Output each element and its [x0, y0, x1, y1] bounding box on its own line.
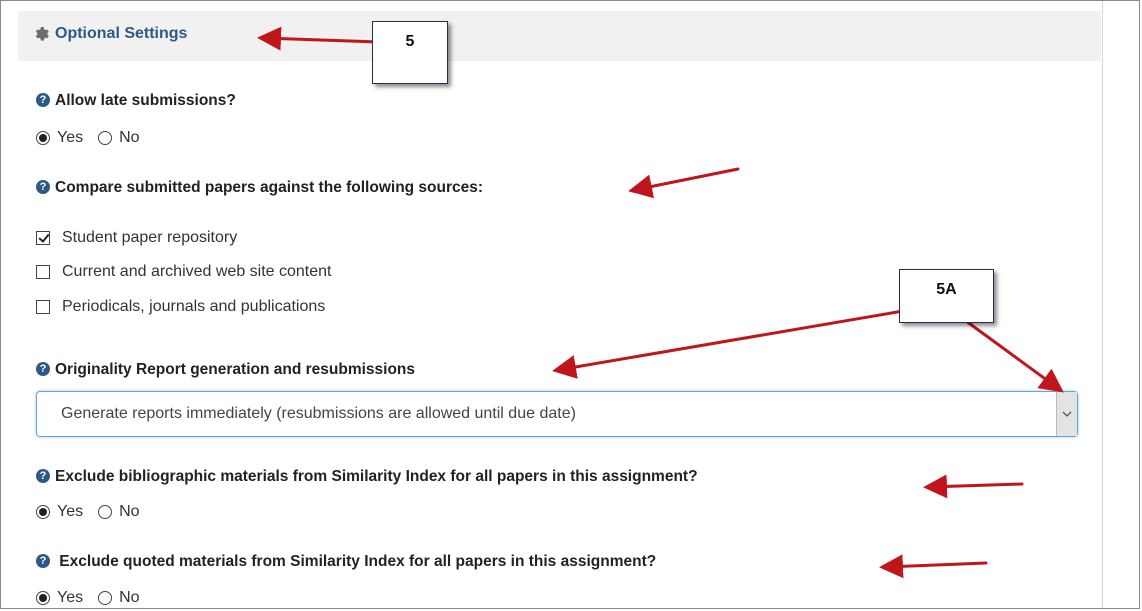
arrow-to-dropdown: [964, 319, 1064, 393]
assignment-settings-panel: Optional Settings ? Allow late submission…: [0, 0, 1140, 609]
callout-step-5: 5: [372, 21, 448, 84]
arrow-to-exclude-quoted: [879, 554, 988, 579]
arrow-to-optional-settings: [257, 26, 381, 51]
arrow-to-originality: [552, 309, 905, 379]
callout-5-label: 5: [405, 33, 415, 50]
arrow-to-exclude-biblio: [923, 474, 1024, 499]
arrow-to-sources: [628, 167, 740, 199]
callout-step-5a: 5A: [899, 269, 994, 323]
callout-5a-label: 5A: [936, 281, 957, 298]
